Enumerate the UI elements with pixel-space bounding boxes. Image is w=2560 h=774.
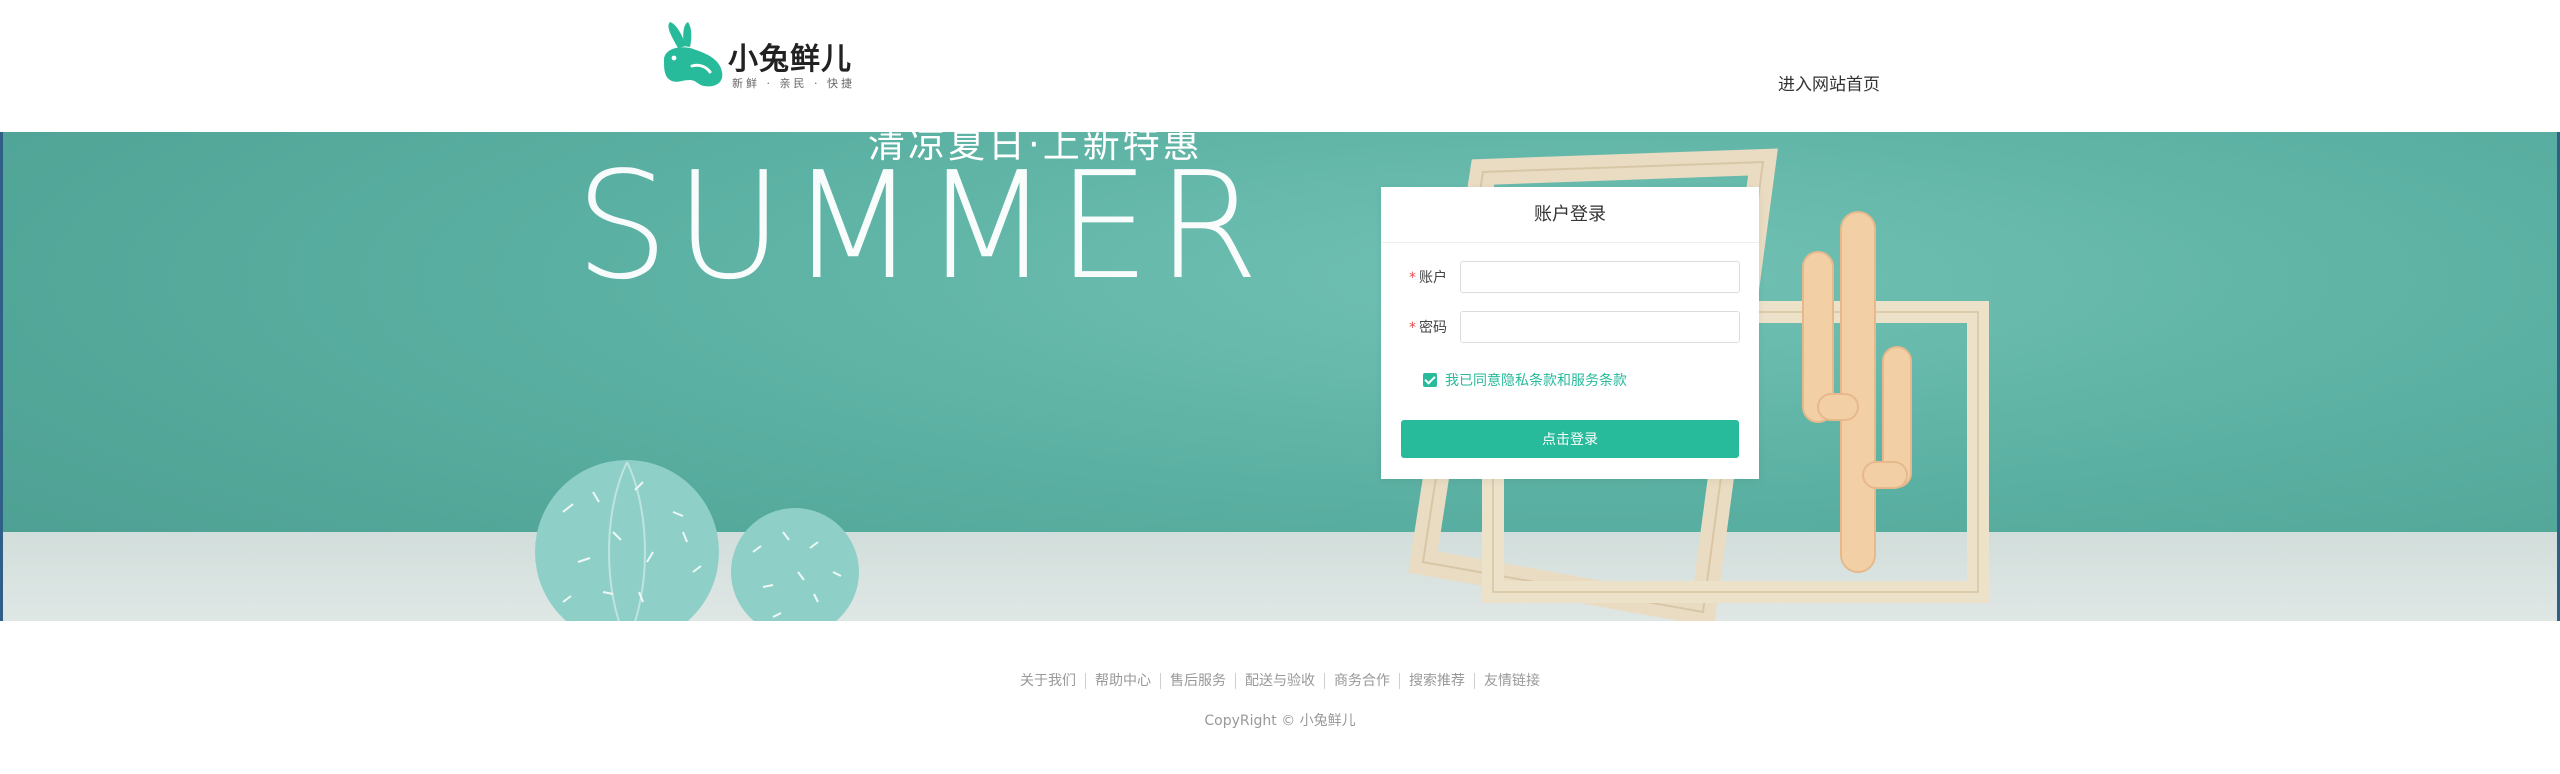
summer-decoration-illustration <box>535 148 1989 621</box>
decor-ball-small <box>731 508 859 621</box>
brand-slogan: 新鲜 · 亲民 · 快捷 <box>732 77 855 90</box>
account-label: * 账户 <box>1409 261 1447 295</box>
password-input[interactable] <box>1460 311 1740 343</box>
site-logo[interactable]: 小兔鲜儿 新鲜 · 亲民 · 快捷 <box>660 20 860 95</box>
login-banner: 清凉夏日·上新特惠 SUMMER <box>0 132 2560 621</box>
footer-links: 关于我们 帮助中心 售后服务 配送与验收 商务合作 搜索推荐 友情链接 <box>0 670 2560 690</box>
agree-terms-text[interactable]: 我已同意隐私条款和服务条款 <box>1445 370 1627 390</box>
account-row: * 账户 <box>1381 261 1759 295</box>
password-label-text: 密码 <box>1419 320 1447 336</box>
decor-ball-large <box>535 460 719 621</box>
go-home-link[interactable]: 进入网站首页 <box>1778 70 1880 95</box>
footer-link-about[interactable]: 关于我们 <box>1011 673 1085 689</box>
footer-link-business[interactable]: 商务合作 <box>1324 673 1399 689</box>
login-submit-button[interactable]: 点击登录 <box>1401 420 1739 458</box>
password-row: * 密码 <box>1381 311 1759 345</box>
agree-terms-checkbox-row[interactable]: 我已同意隐私条款和服务条款 <box>1423 371 1627 389</box>
agree-checkbox[interactable] <box>1423 373 1437 387</box>
footer-link-friends[interactable]: 友情链接 <box>1474 673 1549 689</box>
footer-link-search[interactable]: 搜索推荐 <box>1399 673 1474 689</box>
required-mark: * <box>1409 270 1416 286</box>
login-title: 账户登录 <box>1381 187 1759 243</box>
banner-title: SUMMER <box>575 140 1266 312</box>
footer-link-help[interactable]: 帮助中心 <box>1085 673 1160 689</box>
copyright-text: CopyRight © 小兔鲜儿 <box>1204 713 1356 729</box>
site-header: 小兔鲜儿 新鲜 · 亲民 · 快捷 进入网站首页 <box>0 0 2560 132</box>
password-label: * 密码 <box>1409 311 1447 345</box>
footer-link-delivery[interactable]: 配送与验收 <box>1235 673 1324 689</box>
required-mark: * <box>1409 320 1416 336</box>
login-card: 账户登录 * 账户 * 密码 我已同意隐私条款和服务条款 点击登录 <box>1381 187 1759 479</box>
account-label-text: 账户 <box>1419 270 1447 286</box>
cactus-decoration <box>1802 211 1912 573</box>
rabbit-logo-icon <box>664 22 723 87</box>
brand-name: 小兔鲜儿 <box>728 42 852 77</box>
account-input[interactable] <box>1460 261 1740 293</box>
footer-link-after-sales[interactable]: 售后服务 <box>1160 673 1235 689</box>
